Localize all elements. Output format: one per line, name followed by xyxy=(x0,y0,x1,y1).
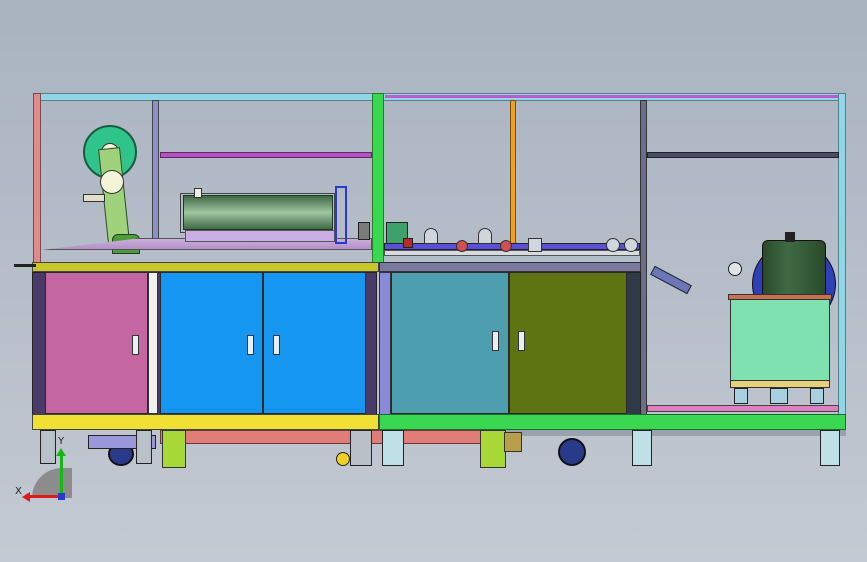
cabinet-door-4[interactable] xyxy=(391,272,509,414)
foot xyxy=(136,430,152,464)
axis-origin xyxy=(58,493,65,500)
post-far-right xyxy=(838,93,846,418)
leveling-tab xyxy=(504,432,522,452)
axis-triad: X Y xyxy=(14,436,84,510)
door-handle[interactable] xyxy=(273,335,280,355)
tabletop-right xyxy=(379,262,641,272)
door-handle[interactable] xyxy=(492,331,499,351)
side-guide xyxy=(335,186,347,244)
base-rail-left xyxy=(32,414,379,430)
base-bottom-right xyxy=(490,430,846,436)
conveyor-rail xyxy=(384,243,640,250)
wrap-foot-2 xyxy=(770,388,788,404)
roll-end-cap xyxy=(194,188,202,198)
x-axis-line xyxy=(28,495,62,498)
axis-shadow xyxy=(32,468,72,498)
idler-wheel xyxy=(728,262,742,276)
side-ledge xyxy=(14,264,36,267)
y-axis-line xyxy=(60,454,63,498)
wrap-housing-cap xyxy=(785,232,795,242)
post-orange xyxy=(510,100,516,255)
leveling-block xyxy=(480,430,506,468)
forming-table xyxy=(185,230,335,242)
small-block-2 xyxy=(403,238,413,248)
pulley-left xyxy=(358,222,370,240)
post-right-inner xyxy=(640,100,647,415)
post-middle xyxy=(372,93,384,265)
y-axis-arrow xyxy=(56,448,66,456)
cabinet-door-1[interactable] xyxy=(45,272,148,414)
caster-wheel xyxy=(558,438,586,466)
machine-frame xyxy=(0,0,867,562)
top-rail-inner xyxy=(385,95,843,98)
feed-roller xyxy=(100,170,124,194)
post-left-inner xyxy=(152,100,159,250)
roller-3 xyxy=(478,228,492,244)
door-handle[interactable] xyxy=(518,331,525,351)
foot xyxy=(632,430,652,466)
tabletop-left xyxy=(32,262,379,272)
top-rail-left xyxy=(33,93,383,101)
cabinet-door-2[interactable] xyxy=(160,272,263,414)
post-far-left xyxy=(33,93,41,265)
cabinet-door-5[interactable] xyxy=(509,272,627,414)
base-bottom-pink xyxy=(160,430,490,444)
foot xyxy=(382,430,404,466)
conveyor-top xyxy=(384,250,640,256)
caster-wheel xyxy=(336,452,350,466)
wrap-stand xyxy=(730,298,830,382)
roller-5 xyxy=(528,238,542,252)
roller-4 xyxy=(500,240,512,252)
roller-7 xyxy=(624,238,638,252)
foot xyxy=(820,430,840,466)
leveling-block xyxy=(162,430,186,468)
roller-2 xyxy=(456,240,468,252)
base-rail-right xyxy=(379,414,846,430)
wrap-foot-3 xyxy=(810,388,824,404)
cabinet-white-strip xyxy=(148,272,158,414)
base-rail-inner-right xyxy=(647,405,839,412)
cutter-arm xyxy=(650,265,692,295)
wrap-foot-1 xyxy=(734,388,748,404)
roller-1 xyxy=(424,228,438,244)
y-axis-label: Y xyxy=(58,436,65,447)
wrap-stand-top xyxy=(728,294,832,300)
foot xyxy=(350,430,372,466)
guide-bracket xyxy=(83,194,105,202)
door-handle[interactable] xyxy=(132,335,139,355)
door-handle[interactable] xyxy=(247,335,254,355)
x-axis-label: X xyxy=(15,486,22,497)
crossbar-right xyxy=(647,152,839,158)
cabinet-right-side xyxy=(379,272,391,417)
wrap-base xyxy=(730,380,830,388)
forming-frame xyxy=(180,193,335,233)
cabinet-door-3[interactable] xyxy=(263,272,366,414)
roller-6 xyxy=(606,238,620,252)
x-axis-arrow xyxy=(22,492,30,502)
crossbar-left xyxy=(160,152,372,158)
